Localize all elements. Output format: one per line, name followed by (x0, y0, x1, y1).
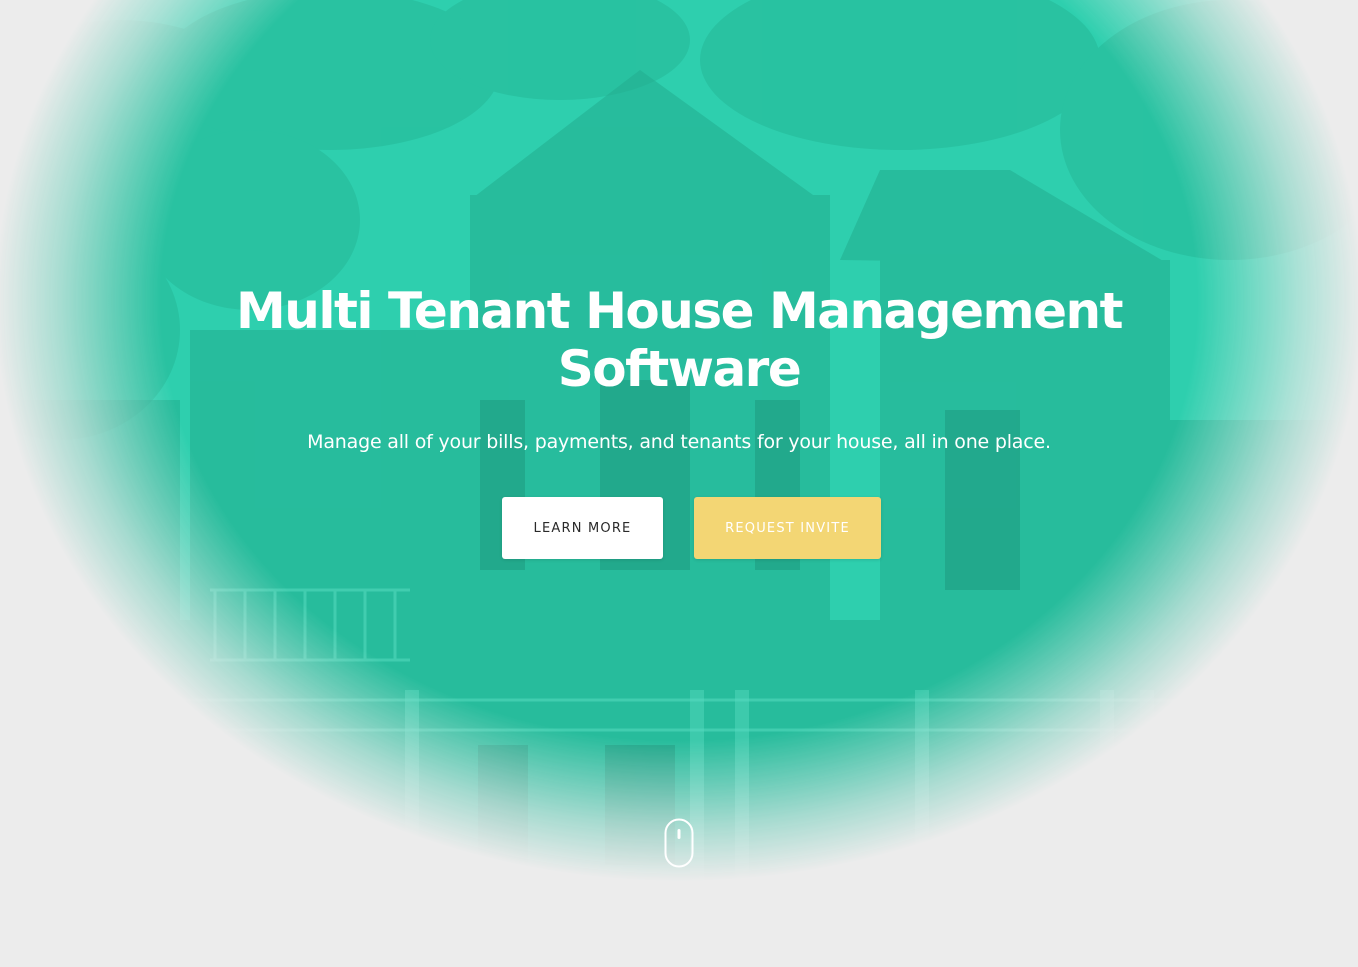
hero-title-line-1: Multi Tenant House Management (236, 282, 1123, 340)
request-invite-button[interactable]: REQUEST INVITE (694, 497, 881, 559)
hero-title-line-2: Software (557, 340, 802, 398)
learn-more-button[interactable]: LEARN MORE (502, 497, 663, 559)
hero-subtitle: Manage all of your bills, payments, and … (307, 431, 1051, 453)
hero-title: Multi Tenant House Management Software (0, 282, 1358, 398)
mouse-scroll-icon[interactable] (664, 818, 694, 868)
hero-section: Multi Tenant House Management Software M… (0, 0, 1358, 967)
